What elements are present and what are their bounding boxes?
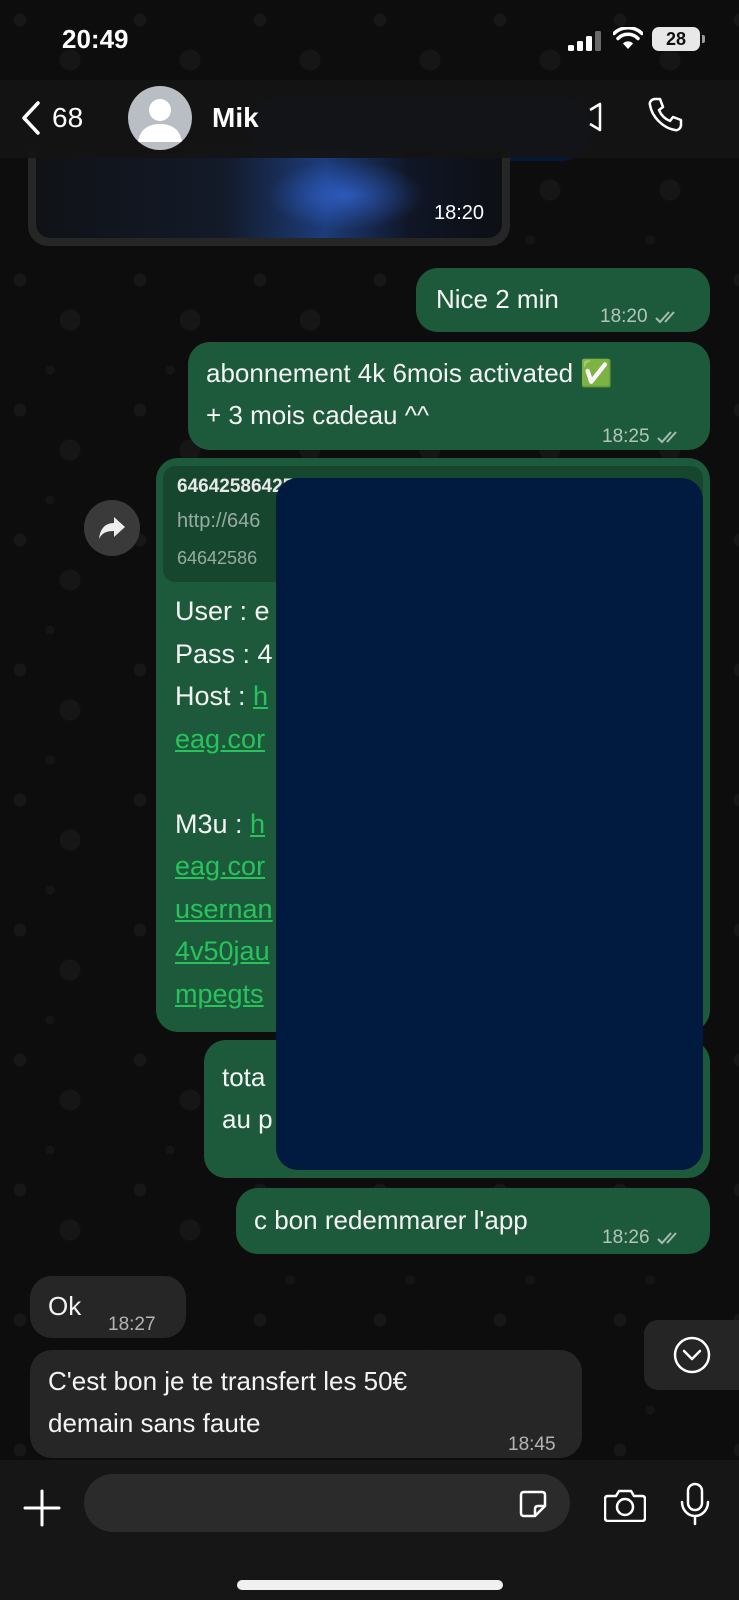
person-icon (138, 99, 182, 142)
camera-icon[interactable] (604, 1488, 646, 1522)
battery-icon: 28 (652, 27, 705, 51)
m3u-link-cont[interactable]: usernan (175, 894, 273, 924)
message-text: c bon redemmarer l'app (254, 1205, 528, 1235)
preview-url: http://646 (177, 510, 261, 532)
message-text-line2: demain sans faute (48, 1408, 261, 1438)
wifi-icon (613, 27, 643, 49)
status-bar: 20:49 28 (0, 0, 739, 80)
m3u-label: M3u : (175, 808, 251, 839)
message-text-line1: tota (222, 1062, 266, 1092)
chat-header: 68 Mik (0, 80, 739, 158)
credentials-text: User : e Pass : 4 Host : h eag.cor M3u :… (175, 590, 273, 1015)
user-line: User : e (175, 596, 270, 626)
message-text-line2: au p (222, 1104, 273, 1134)
message-input[interactable] (84, 1474, 570, 1532)
plus-icon[interactable] (22, 1488, 62, 1528)
message-text-line1: C'est bon je te transfert les 50€ (48, 1366, 408, 1396)
message-time: 18:27 (108, 1314, 156, 1335)
unread-count: 68 (52, 102, 84, 133)
back-button[interactable]: 68 (20, 96, 83, 140)
message-text-line2: + 3 mois cadeau ^^ (206, 400, 430, 430)
m3u-link-cont[interactable]: 4v50jau (175, 936, 270, 966)
double-check-icon (656, 431, 677, 444)
signal-icon (568, 31, 601, 51)
message-meta: 18:26 (602, 1217, 686, 1259)
message-time: 18:25 (602, 426, 650, 447)
incoming-message[interactable]: C'est bon je te transfert les 50€ demain… (30, 1350, 582, 1458)
m3u-link-cont[interactable]: eag.cor (175, 851, 265, 881)
message-text-line1: abonnement 4k 6mois activated ✅ (206, 358, 613, 388)
image-message[interactable]: 18:20 (28, 150, 510, 246)
outgoing-message[interactable]: Nice 2 min 18:20 (416, 268, 710, 332)
forward-icon (99, 517, 125, 539)
message-time: 18:20 (600, 306, 648, 327)
forward-button[interactable] (84, 500, 140, 556)
contact-name[interactable]: Mik (212, 102, 259, 134)
redaction-box (276, 478, 703, 1170)
video-call-icon[interactable] (570, 102, 604, 132)
m3u-link[interactable]: h (250, 809, 265, 839)
microphone-icon[interactable] (680, 1482, 710, 1526)
pass-line: Pass : 4 (175, 638, 273, 669)
message-time: 18:26 (602, 1227, 650, 1248)
message-text: Ok (48, 1291, 82, 1321)
scroll-down-button[interactable] (644, 1320, 739, 1390)
image-glow (266, 160, 426, 230)
preview-subtitle: 64642586 (177, 548, 258, 568)
message-meta: 18:25 (602, 416, 686, 458)
message-meta: 18:20 (600, 296, 684, 338)
message-text: Nice 2 min (436, 284, 559, 314)
avatar[interactable] (128, 86, 192, 150)
message-composer (0, 1460, 739, 1600)
host-line: Host : h (175, 675, 273, 718)
incoming-message[interactable]: Ok 18:27 (30, 1276, 186, 1338)
sticker-icon[interactable] (518, 1489, 548, 1519)
outgoing-message[interactable]: c bon redemmarer l'app 18:26 (236, 1188, 710, 1254)
home-indicator (237, 1580, 503, 1590)
host-label: Host : (175, 681, 254, 711)
m3u-link-cont[interactable]: mpegts (175, 979, 264, 1009)
host-link-cont[interactable]: eag.cor (175, 724, 265, 754)
double-check-icon (656, 1232, 677, 1245)
m3u-line: M3u : h (175, 803, 273, 846)
host-link[interactable]: h (253, 681, 268, 711)
phone-icon[interactable] (646, 96, 684, 134)
chevron-left-icon (22, 101, 40, 135)
image-thumbnail[interactable] (36, 150, 502, 238)
chevron-down-circle-icon (673, 1336, 711, 1374)
double-check-icon (654, 311, 675, 324)
message-time: 18:20 (434, 202, 485, 224)
status-time: 20:49 (62, 24, 129, 54)
outgoing-message[interactable]: abonnement 4k 6mois activated ✅ + 3 mois… (188, 342, 710, 450)
